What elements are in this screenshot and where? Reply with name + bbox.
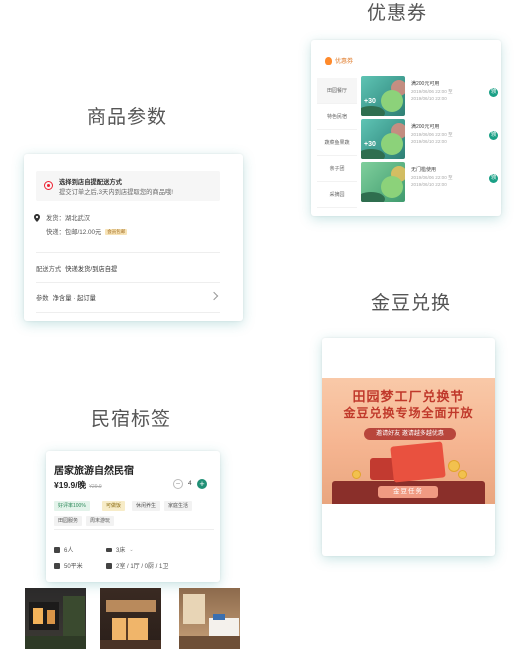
- price-current: ¥19.9/晚: [54, 480, 87, 490]
- door-icon: [106, 562, 112, 569]
- coupon-amount: +30: [364, 98, 376, 105]
- rooms-value: 2室 / 1厅 / 0厨 / 1卫: [116, 564, 169, 570]
- section-title-homestay: 民宿标签: [91, 409, 172, 430]
- coupon-category-list: 田园餐厅 特色民宿 蔬菜鱼果蔬 亲子团 采摘园: [317, 78, 357, 208]
- section-title-coupons: 优惠券: [367, 3, 428, 24]
- homestay-tag: 可做饭: [102, 501, 126, 511]
- homestay-price: ¥19.9/晚 ¥29.9: [54, 479, 102, 491]
- gold-bean-subtitle: 金豆兑换专场全面开放: [343, 406, 474, 420]
- fire-icon: [325, 56, 332, 65]
- pickup-banner[interactable]: 选择到店自提配送方式 提交订单之后,3天内到店提取您的商品哦!: [36, 171, 220, 201]
- quantity-value: 4: [188, 480, 192, 487]
- coupon-category-item[interactable]: 特色民宿: [317, 104, 357, 130]
- homestay-card: 居家旅游自然民宿 ¥19.9/晚 ¥29.9 − 4 + 好评率100% 可做饭 …: [46, 451, 220, 582]
- coupon-item: +30 满200元可用 2019/06/06 22:00 至 2019/06/1…: [361, 76, 503, 116]
- ship-from: 发货：湖北武汉: [46, 215, 91, 222]
- quantity-minus-button[interactable]: −: [173, 479, 183, 489]
- express-tag: 会员包邮: [105, 229, 128, 235]
- section-title-product-params: 商品参数: [87, 107, 168, 128]
- coupon-date-start: 2019/06/06 22:00 至: [411, 89, 453, 94]
- bed-icon: [106, 547, 112, 552]
- coupon-date-start: 2019/06/06 22:00 至: [411, 175, 453, 180]
- homestay-tag: 好评率100%: [54, 501, 90, 511]
- price-original: ¥29.9: [89, 484, 102, 490]
- rooms-info: 2室 / 1厅 / 0厨 / 1卫: [106, 561, 168, 570]
- coupon-date-end: 2019/06/10 22:00: [411, 139, 447, 144]
- delivery-value: 快递发货/到店自提: [65, 266, 118, 273]
- coupon-item: 无门槛使用 2019/06/06 22:00 至 2019/06/10 22:0…: [361, 162, 503, 202]
- divider: [54, 529, 214, 530]
- home-icon: [54, 562, 60, 569]
- coupon-title: 满200元可用: [411, 81, 440, 87]
- gold-bean-banner[interactable]: 田园梦工厂兑换节 金豆兑换专场全面开放 邀请好友 邀请越多越优惠 金豆任务: [322, 378, 495, 504]
- record-icon: [44, 181, 53, 190]
- coupon-claim-button[interactable]: 领: [489, 131, 498, 140]
- coupon-category-item[interactable]: 亲子团: [317, 156, 357, 182]
- chevron-right-icon: [209, 291, 219, 301]
- coupon-title: 无门槛使用: [411, 167, 437, 173]
- gold-bean-task-button[interactable]: 金豆任务: [378, 486, 438, 498]
- gold-bean-title: 田园梦工厂兑换节: [352, 389, 465, 404]
- location-pin-icon: [34, 214, 40, 222]
- gift-box-icon: [390, 441, 446, 483]
- coupons-card: 优惠券 田园餐厅 特色民宿 蔬菜鱼果蔬 亲子团 采摘园 +30 满200元可用 …: [311, 40, 501, 216]
- area-info: 50平米: [54, 561, 83, 570]
- people-icon: [54, 546, 60, 553]
- divider: [36, 282, 220, 283]
- divider: [36, 312, 220, 313]
- pickup-banner-subtitle: 提交订单之后,3天内到店提取您的商品哦!: [59, 189, 174, 196]
- coupon-category-item[interactable]: 蔬菜鱼果蔬: [317, 130, 357, 156]
- coupon-claim-button[interactable]: 领: [489, 174, 498, 183]
- express-fee-text: 快递：包邮/12.00元: [46, 229, 102, 236]
- homestay-title: 居家旅游自然民宿: [54, 466, 134, 477]
- homestay-tag: 家庭生活: [164, 501, 193, 511]
- coupon-category-item[interactable]: 采摘园: [317, 182, 357, 208]
- homestay-photo-bedroom[interactable]: [179, 588, 240, 649]
- coupon-category-item[interactable]: 田园餐厅: [317, 78, 357, 104]
- quantity-plus-button[interactable]: +: [197, 479, 207, 489]
- coupon-item: +30 满200元可用 2019/06/06 22:00 至 2019/06/1…: [361, 119, 503, 159]
- coin-icon: [458, 470, 467, 479]
- homestay-tag: 周末游玩: [86, 516, 115, 526]
- coin-icon: [448, 460, 460, 472]
- coupons-header-label: 优惠券: [335, 59, 354, 65]
- homestay-tag: 田园服务: [54, 516, 83, 526]
- coupon-image: +30: [361, 119, 405, 159]
- params-label: 参数: [36, 295, 49, 302]
- homestay-tag: 休闲养生: [132, 501, 161, 511]
- guests-value: 6人: [64, 548, 74, 554]
- homestay-photo-exterior[interactable]: [25, 588, 86, 649]
- product-params-card: 选择到店自提配送方式 提交订单之后,3天内到店提取您的商品哦! 发货：湖北武汉 …: [24, 154, 243, 321]
- express-fee: 快递：包邮/12.00元 会员包邮: [46, 227, 128, 236]
- coupon-image: +30: [361, 76, 405, 116]
- coupon-claim-button[interactable]: 领: [489, 88, 498, 97]
- coupon-date-start: 2019/06/06 22:00 至: [411, 132, 453, 137]
- homestay-photo-night-room[interactable]: [100, 588, 161, 649]
- beds-info: 3床 ⌄: [106, 545, 134, 554]
- coupon-amount: +30: [364, 141, 376, 148]
- delivery-row[interactable]: 配送方式 快递发货/到店自提: [36, 264, 117, 273]
- divider: [36, 252, 220, 253]
- section-title-gold-bean: 金豆兑换: [371, 293, 452, 314]
- coupon-date-end: 2019/06/10 22:00: [411, 182, 447, 187]
- delivery-label: 配送方式: [36, 266, 62, 273]
- pickup-banner-title: 选择到店自提配送方式: [59, 179, 122, 186]
- coin-icon: [352, 470, 361, 479]
- coupons-header: 优惠券: [325, 56, 353, 65]
- coupon-image: [361, 162, 405, 202]
- chevron-down-icon[interactable]: ⌄: [129, 547, 133, 553]
- coupon-title: 满200元可用: [411, 124, 440, 130]
- coupon-date-end: 2019/06/10 22:00: [411, 96, 447, 101]
- params-value: 净含量 · 起订量: [52, 295, 96, 302]
- gold-bean-card: 田园梦工厂兑换节 金豆兑换专场全面开放 邀请好友 邀请越多越优惠 金豆任务: [322, 338, 495, 556]
- beds-value: 3床: [116, 548, 126, 554]
- guests-info: 6人: [54, 545, 73, 554]
- invite-pill[interactable]: 邀请好友 邀请越多越优惠: [364, 428, 456, 440]
- area-value: 50平米: [64, 564, 83, 570]
- params-row[interactable]: 参数 净含量 · 起订量: [36, 293, 96, 302]
